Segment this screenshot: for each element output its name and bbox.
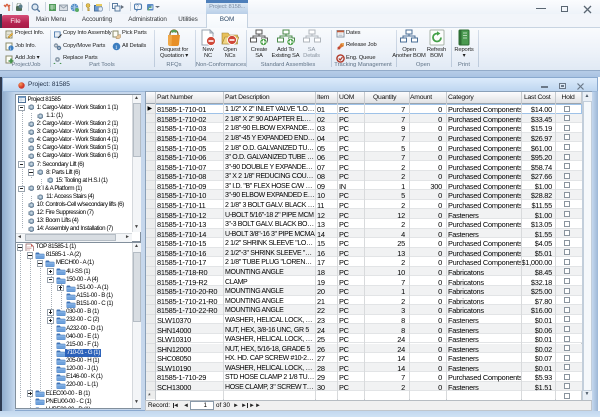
svg-text:i: i xyxy=(10,46,11,51)
svg-text:?: ? xyxy=(136,4,139,10)
